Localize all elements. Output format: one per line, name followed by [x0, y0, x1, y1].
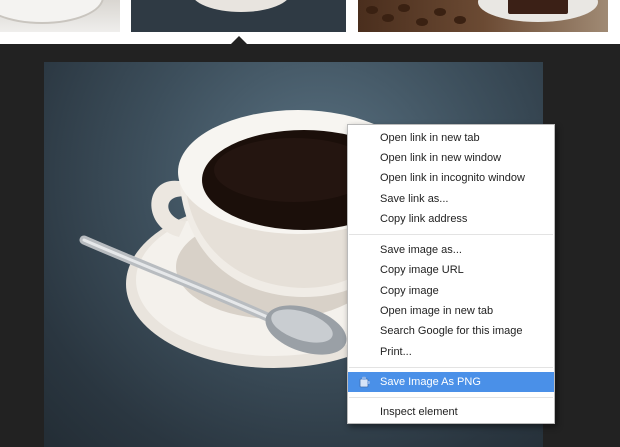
menu-item-inspect-element[interactable]: Inspect element	[348, 402, 554, 422]
menu-item-save-image-as[interactable]: Save image as...	[348, 240, 554, 260]
menu-item-copy-image-url[interactable]: Copy image URL	[348, 260, 554, 280]
thumbnail-coffee-beans[interactable]	[358, 0, 608, 32]
menu-item-copy-link-address[interactable]: Copy link address	[348, 209, 554, 229]
menu-item-print[interactable]: Print...	[348, 342, 554, 362]
menu-item-copy-image[interactable]: Copy image	[348, 281, 554, 301]
menu-item-open-image-new-tab[interactable]: Open image in new tab	[348, 301, 554, 321]
extension-puzzle-icon	[359, 376, 370, 388]
thumbnail-strip	[0, 0, 620, 44]
menu-item-save-link-as[interactable]: Save link as...	[348, 189, 554, 209]
menu-separator	[349, 367, 553, 368]
thumbnail-coffee-cup[interactable]	[131, 0, 346, 32]
context-menu: Open link in new tab Open link in new wi…	[347, 124, 555, 424]
menu-item-open-link-new-tab[interactable]: Open link in new tab	[348, 128, 554, 148]
selected-thumbnail-pointer	[231, 36, 247, 44]
menu-item-open-link-new-window[interactable]: Open link in new window	[348, 148, 554, 168]
menu-item-search-google-image[interactable]: Search Google for this image	[348, 321, 554, 341]
thumbnail-saucer[interactable]	[0, 0, 120, 32]
menu-separator	[349, 234, 553, 235]
menu-item-open-link-incognito[interactable]: Open link in incognito window	[348, 168, 554, 188]
menu-separator	[349, 397, 553, 398]
menu-item-save-image-as-png[interactable]: Save Image As PNG	[348, 372, 554, 392]
